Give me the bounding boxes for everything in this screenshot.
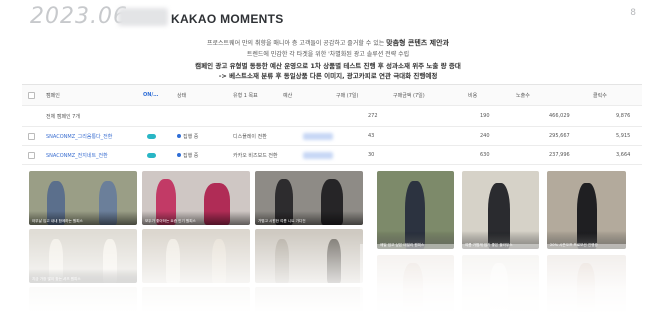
total-impressions: 466,029 bbox=[549, 113, 570, 119]
description-line-1: 프로스트웨어 만의 취향을 매니아 층 고객들이 공감하고 즐거할 수 있는 맞… bbox=[206, 39, 449, 47]
total-cost: 190 bbox=[480, 113, 490, 119]
status-dot-icon bbox=[177, 134, 181, 138]
ad-caption: 아무날 입고 내내 함께하는 원피스 bbox=[29, 211, 137, 225]
page-number: 8 bbox=[630, 8, 636, 18]
on-off-toggle[interactable] bbox=[147, 146, 156, 164]
status-dot-icon bbox=[177, 153, 181, 157]
total-label: 전체 캠페인 7개 bbox=[46, 113, 80, 120]
cost-cell: 240 bbox=[480, 133, 490, 139]
purchase-cell: 30 bbox=[368, 152, 375, 158]
type-cell: 카카오 비즈보드 전환 bbox=[233, 152, 278, 159]
row-checkbox[interactable] bbox=[28, 146, 35, 164]
ad-image[interactable]: 아무날 입고 내내 함께하는 원피스 bbox=[29, 171, 137, 225]
table-row: SNACONMZ_전지네트_전환 집행 중 카카오 비즈보드 전환 30 630… bbox=[22, 146, 642, 165]
table-row: SNACONMZ_그리움통다_전환 집행 중 디스플레이 전환 43 240 2… bbox=[22, 127, 642, 146]
ad-caption: 가볍고 시원한 여름 니트 가디건 bbox=[255, 211, 363, 225]
col-clicks[interactable]: 클릭수 bbox=[593, 85, 607, 105]
right-fade-overlay bbox=[360, 244, 656, 313]
clicks-cell: 5,915 bbox=[616, 133, 631, 139]
col-onoff[interactable]: ON/… bbox=[143, 85, 158, 105]
ad-image[interactable]: 가볍고 시원한 여름 니트 가디건 bbox=[255, 171, 363, 225]
ad-image[interactable]: 모두가 좋아하는 요즘 인기 원피스 bbox=[142, 171, 250, 225]
table-total-row: 전체 캠페인 7개 272 190 466,029 9,876 bbox=[22, 106, 642, 127]
slide-year: 2023.06 bbox=[30, 4, 128, 29]
purchase-cell: 43 bbox=[368, 133, 375, 139]
col-budget[interactable]: 예산 bbox=[283, 85, 292, 105]
on-off-toggle[interactable] bbox=[147, 127, 156, 145]
col-impressions[interactable]: 노출수 bbox=[516, 85, 530, 105]
campaign-table: 캠페인 ON/… 상태 유형 1 목표 예산 구매 (7일) 구매금액 (7일)… bbox=[22, 84, 642, 165]
type-cell: 디스플레이 전환 bbox=[233, 133, 267, 140]
description-line-4: -> 베스트소재 분류 후 동일상품 다른 이미지, 광고카피로 연관 극대화 … bbox=[218, 72, 438, 80]
blurred-budget bbox=[303, 127, 333, 145]
impressions-cell: 295,667 bbox=[549, 133, 570, 139]
col-status[interactable]: 상태 bbox=[177, 85, 186, 105]
ad-caption: 모두가 좋아하는 요즘 인기 원피스 bbox=[142, 211, 250, 225]
impressions-cell: 237,996 bbox=[549, 152, 570, 158]
campaign-link[interactable]: SNACONMZ_그리움통다_전환 bbox=[46, 127, 112, 145]
total-clicks: 9,876 bbox=[616, 113, 631, 119]
status-cell: 집행 중 bbox=[177, 146, 198, 164]
description-line-2: 트렌드에 민감한 각 타겟을 위한 '차별화된 광고 솔루션 전략 수립 bbox=[246, 51, 410, 58]
col-type[interactable]: 유형 1 목표 bbox=[233, 85, 258, 105]
col-campaign[interactable]: 캠페인 bbox=[46, 85, 60, 105]
campaign-link[interactable]: SNACONMZ_전지네트_전환 bbox=[46, 146, 108, 164]
col-purchase[interactable]: 구매 (7일) bbox=[336, 85, 358, 105]
blurred-brand-name bbox=[118, 8, 168, 26]
total-purchase: 272 bbox=[368, 113, 378, 119]
row-checkbox[interactable] bbox=[28, 127, 35, 145]
blurred-budget bbox=[303, 146, 333, 164]
table-header-row: 캠페인 ON/… 상태 유형 1 목표 예산 구매 (7일) 구매금액 (7일)… bbox=[22, 85, 642, 106]
col-purchase-amount[interactable]: 구매금액 (7일) bbox=[393, 85, 425, 105]
col-cost[interactable]: 비용 bbox=[468, 85, 477, 105]
status-cell: 집행 중 bbox=[177, 127, 198, 145]
clicks-cell: 3,664 bbox=[616, 152, 631, 158]
description-highlight: 맞춤형 콘텐츠 제안과 bbox=[386, 39, 449, 47]
cost-cell: 630 bbox=[480, 152, 490, 158]
description-line-3: 캠페인 광고 유형별 동등한 예산 운영으로 1차 상품별 테스트 진행 후 성… bbox=[195, 62, 461, 70]
slide-title: KAKAO MOMENTS bbox=[171, 12, 284, 26]
select-all-checkbox[interactable] bbox=[28, 85, 35, 105]
